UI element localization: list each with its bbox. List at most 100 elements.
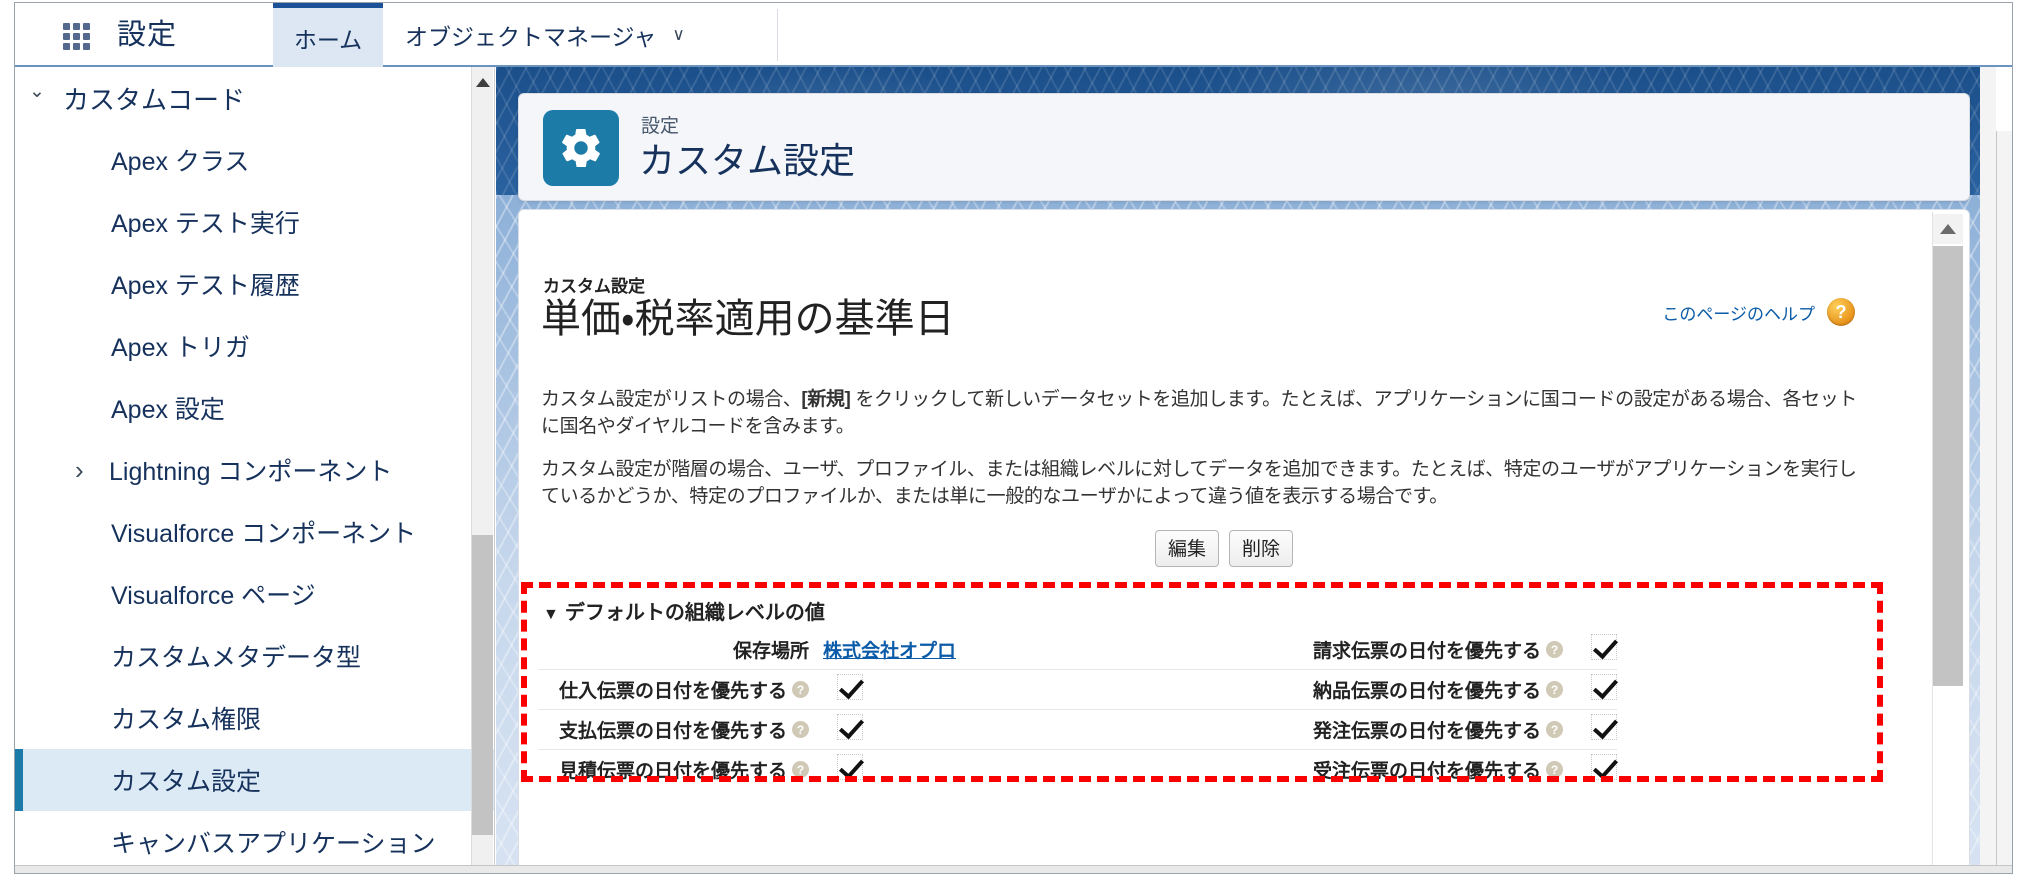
left-label: 見積伝票の日付を優先する?	[559, 756, 809, 783]
sidebar-item-label: Apex テスト履歴	[111, 272, 300, 300]
sidebar-item-9[interactable]: カスタムメタデータ型	[15, 625, 494, 687]
scroll-up-arrow-icon[interactable]	[472, 71, 493, 93]
sidebar-item-label: Visualforce コンポーネント	[111, 520, 417, 548]
sidebar-item-6[interactable]: Lightning コンポーネント	[15, 439, 494, 501]
content-scroll-region: カスタム設定 単価・税率適用の基準日 このページのヘルプ ? カスタム設定がリス…	[519, 210, 1929, 872]
right-label-text: 発注伝票の日付を優先する	[1312, 721, 1541, 742]
default-org-level-values-table: 保存場所 株式会社オプロ 請求伝票の日付を優先する? 仕入伝票の日付を優先する? 納品伝…	[539, 630, 1617, 789]
body-area: カスタムコード Apex クラス Apex テスト実行 Apex テスト履歴 Apex …	[15, 67, 2012, 873]
row-right-value-cell	[1577, 749, 1617, 789]
info-help-icon[interactable]: ?	[792, 761, 809, 778]
main-right-edge	[1980, 67, 1996, 873]
sidebar-item-label: Apex テスト実行	[111, 210, 300, 238]
left-label-text: 仕入伝票の日付を優先する	[558, 681, 787, 702]
chevron-right-icon[interactable]	[75, 455, 109, 486]
sidebar-item-8[interactable]: Visualforce ページ	[15, 563, 494, 625]
sidebar-item-4[interactable]: Apex トリガ	[15, 315, 494, 377]
checkmark-icon	[837, 753, 863, 780]
info-help-icon[interactable]: ?	[1546, 721, 1563, 738]
spacer-cell	[1123, 749, 1243, 789]
sidebar-scroll-thumb[interactable]	[472, 535, 493, 835]
spacer-cell	[1123, 669, 1243, 710]
scroll-up-arrow-icon[interactable]	[1933, 214, 1963, 244]
spacer-cell	[1123, 630, 1243, 670]
left-label-text: 支払伝票の日付を優先する	[558, 721, 787, 742]
sidebar-item-2[interactable]: Apex テスト実行	[15, 191, 494, 253]
left-label: 仕入伝票の日付を優先する?	[559, 676, 809, 703]
right-label: 納品伝票の日付を優先する?	[1313, 676, 1563, 703]
row-left-value-cell	[823, 749, 1123, 789]
table-row: 保存場所 株式会社オプロ 請求伝票の日付を優先する?	[539, 630, 1617, 670]
row-left-value-cell: 株式会社オプロ	[823, 630, 1123, 670]
checkmark-icon	[1591, 673, 1617, 700]
sidebar-item-5[interactable]: Apex 設定	[15, 377, 494, 439]
help-link[interactable]: このページのヘルプ	[1662, 300, 1815, 325]
sidebar-item-3[interactable]: Apex テスト履歴	[15, 253, 494, 315]
para1-before: カスタム設定がリストの場合、	[541, 389, 802, 410]
question-mark-icon[interactable]: ?	[1827, 298, 1855, 326]
row-left-value-cell	[823, 709, 1123, 750]
info-help-icon[interactable]: ?	[1546, 761, 1563, 778]
action-button-group: 編集 削除	[519, 530, 1929, 567]
delete-button[interactable]: 削除	[1229, 530, 1294, 567]
chevron-down-icon[interactable]	[29, 87, 63, 110]
content-scrollbar[interactable]	[1932, 212, 1963, 872]
description-paragraph-1: カスタム設定がリストの場合、[新規] をクリックして新しいデータセットを追加しま…	[541, 387, 1869, 441]
row-right-label-cell: 発注伝票の日付を優先する?	[1243, 709, 1577, 750]
sidebar-scrollbar[interactable]	[471, 67, 493, 873]
edit-button[interactable]: 編集	[1154, 530, 1219, 567]
tab-object-manager-label: オブジェクトマネージャ	[405, 24, 657, 50]
row-left-label-cell: 仕入伝票の日付を優先する?	[539, 669, 823, 710]
checkmark-icon	[1591, 633, 1617, 660]
content-scroll-thumb[interactable]	[1933, 246, 1963, 686]
checkmark-icon	[837, 673, 863, 700]
sidebar-item-10[interactable]: カスタム権限	[15, 687, 494, 749]
left-label: 保存場所	[733, 636, 809, 663]
default-org-level-values-header[interactable]: ▼ デフォルトの組織レベルの値	[543, 596, 825, 625]
tab-home[interactable]: ホーム	[273, 3, 383, 67]
twisty-down-icon[interactable]: ▼	[543, 606, 559, 623]
sidebar-item-7[interactable]: Visualforce コンポーネント	[15, 501, 494, 563]
app-window: 設定 ホーム オブジェクトマネージャ ∨ カスタムコード Apex クラス Apex…	[14, 2, 2013, 874]
tab-home-label: ホーム	[293, 26, 363, 53]
nav-list: カスタムコード Apex クラス Apex テスト実行 Apex テスト履歴 Apex …	[15, 67, 494, 873]
sidebar-item-11[interactable]: カスタム設定	[15, 749, 494, 811]
row-left-label-cell: 支払伝票の日付を優先する?	[539, 709, 823, 750]
global-header: 設定 ホーム オブジェクトマネージャ ∨	[15, 3, 2012, 67]
info-help-icon[interactable]: ?	[792, 681, 809, 698]
sidebar-item-label: カスタムメタデータ型	[111, 644, 362, 672]
chevron-down-icon[interactable]: ∨	[672, 25, 684, 45]
sidebar-item-0[interactable]: カスタムコード	[15, 67, 494, 129]
tab-object-manager[interactable]: オブジェクトマネージャ ∨	[383, 3, 713, 67]
page-title: カスタム設定	[639, 140, 856, 181]
sidebar-item-label: Lightning コンポーネント	[109, 458, 393, 486]
window-right-gutter	[1996, 131, 2012, 873]
sidebar-item-12[interactable]: キャンバスアプリケーション	[15, 811, 494, 873]
checkmark-icon	[1591, 713, 1617, 740]
description-paragraph-2: カスタム設定が階層の場合、ユーザ、プロファイル、または組織レベルに対してデータを…	[541, 459, 1857, 507]
sidebar-item-1[interactable]: Apex クラス	[15, 129, 494, 191]
spacer-cell	[1123, 709, 1243, 750]
right-label: 請求伝票の日付を優先する?	[1313, 636, 1563, 663]
right-label: 受注伝票の日付を優先する?	[1313, 756, 1563, 783]
row-right-value-cell	[1577, 709, 1617, 750]
row-right-label-cell: 受注伝票の日付を優先する?	[1243, 749, 1577, 789]
right-label-text: 納品伝票の日付を優先する	[1312, 681, 1541, 702]
info-help-icon[interactable]: ?	[1546, 641, 1563, 658]
right-label-text: 請求伝票の日付を優先する	[1312, 641, 1541, 662]
header-divider	[777, 9, 778, 61]
info-help-icon[interactable]: ?	[1546, 681, 1563, 698]
content-card: カスタム設定 単価・税率適用の基準日 このページのヘルプ ? カスタム設定がリス…	[518, 209, 1970, 873]
checkmark-icon	[1591, 753, 1617, 780]
info-help-icon[interactable]: ?	[792, 721, 809, 738]
table-row: 支払伝票の日付を優先する? 発注伝票の日付を優先する?	[539, 709, 1617, 750]
left-label: 支払伝票の日付を優先する?	[559, 716, 809, 743]
organization-link[interactable]: 株式会社オプロ	[823, 641, 956, 662]
checkmark-icon	[837, 713, 863, 740]
window-bottom-edge	[15, 865, 2012, 873]
custom-setting-title: 単価・税率適用の基準日	[541, 297, 955, 341]
sidebar-item-label: カスタム設定	[111, 768, 262, 796]
app-launcher-grid-icon[interactable]	[59, 21, 93, 51]
right-label-text: 受注伝票の日付を優先する	[1312, 761, 1541, 782]
row-right-label-cell: 納品伝票の日付を優先する?	[1243, 669, 1577, 710]
